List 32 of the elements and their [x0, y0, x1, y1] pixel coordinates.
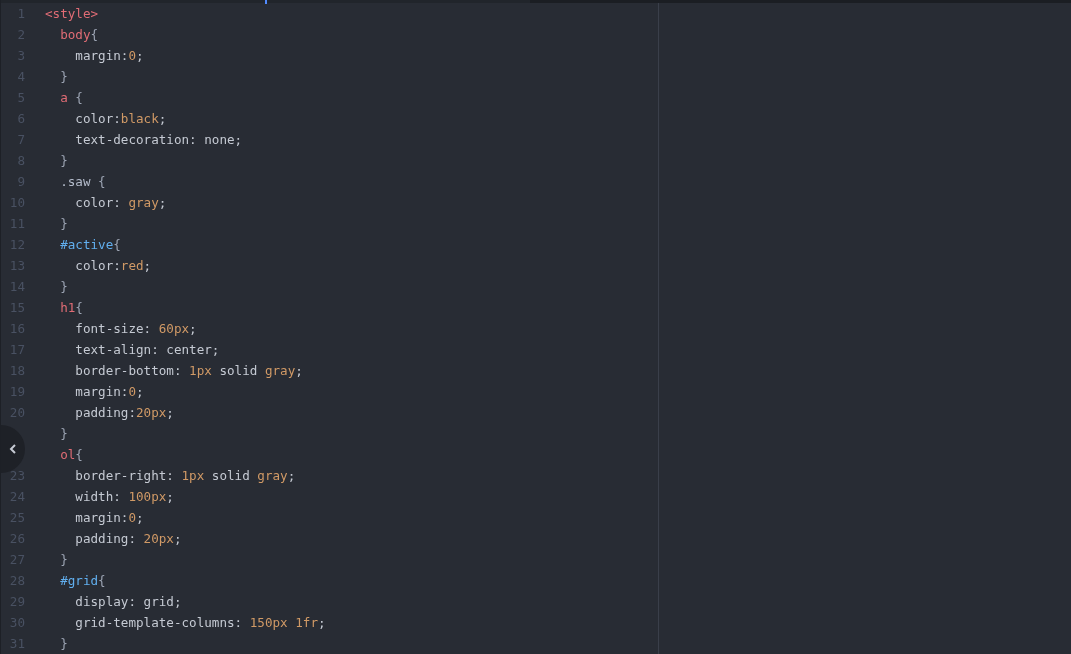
code-line: text-align: center; [74, 342, 220, 357]
code-line: text-decoration: none; [74, 132, 243, 147]
code-line: border-right: 1px solid gray; [74, 468, 296, 483]
code-line: .saw { [59, 174, 106, 189]
code-line: <style> [45, 6, 99, 21]
code-line: #active{ [59, 237, 121, 252]
code-line: margin:0; [74, 48, 144, 63]
code-line: } [59, 426, 68, 441]
code-line: #grid{ [59, 573, 106, 588]
code-line: padding: 20px; [74, 531, 182, 546]
code-line: } [59, 279, 68, 294]
code-line: h1{ [59, 300, 83, 315]
code-line: border-bottom: 1px solid gray; [74, 363, 303, 378]
code-line: } [59, 69, 68, 84]
code-line: color: gray; [74, 195, 167, 210]
code-line: font-size: 60px; [74, 321, 197, 336]
code-line: margin:0; [74, 510, 144, 525]
code-line: margin:0; [74, 384, 144, 399]
code-line: ol{ [59, 447, 83, 462]
code-line: display: grid; [74, 594, 182, 609]
code-line: color:red; [74, 258, 152, 273]
code-line: a { [59, 90, 83, 105]
code-line: padding:20px; [74, 405, 174, 420]
code-line: body{ [59, 27, 99, 42]
code-line: } [59, 216, 68, 231]
code-line: grid-template-columns: 150px 1fr; [74, 615, 326, 630]
code-line: } [59, 636, 68, 651]
chevron-left-icon [9, 444, 17, 454]
code-line: color:black; [74, 111, 167, 126]
code-line: } [59, 153, 68, 168]
code-line: } [59, 552, 68, 567]
code-line: width: 100px; [74, 489, 174, 504]
